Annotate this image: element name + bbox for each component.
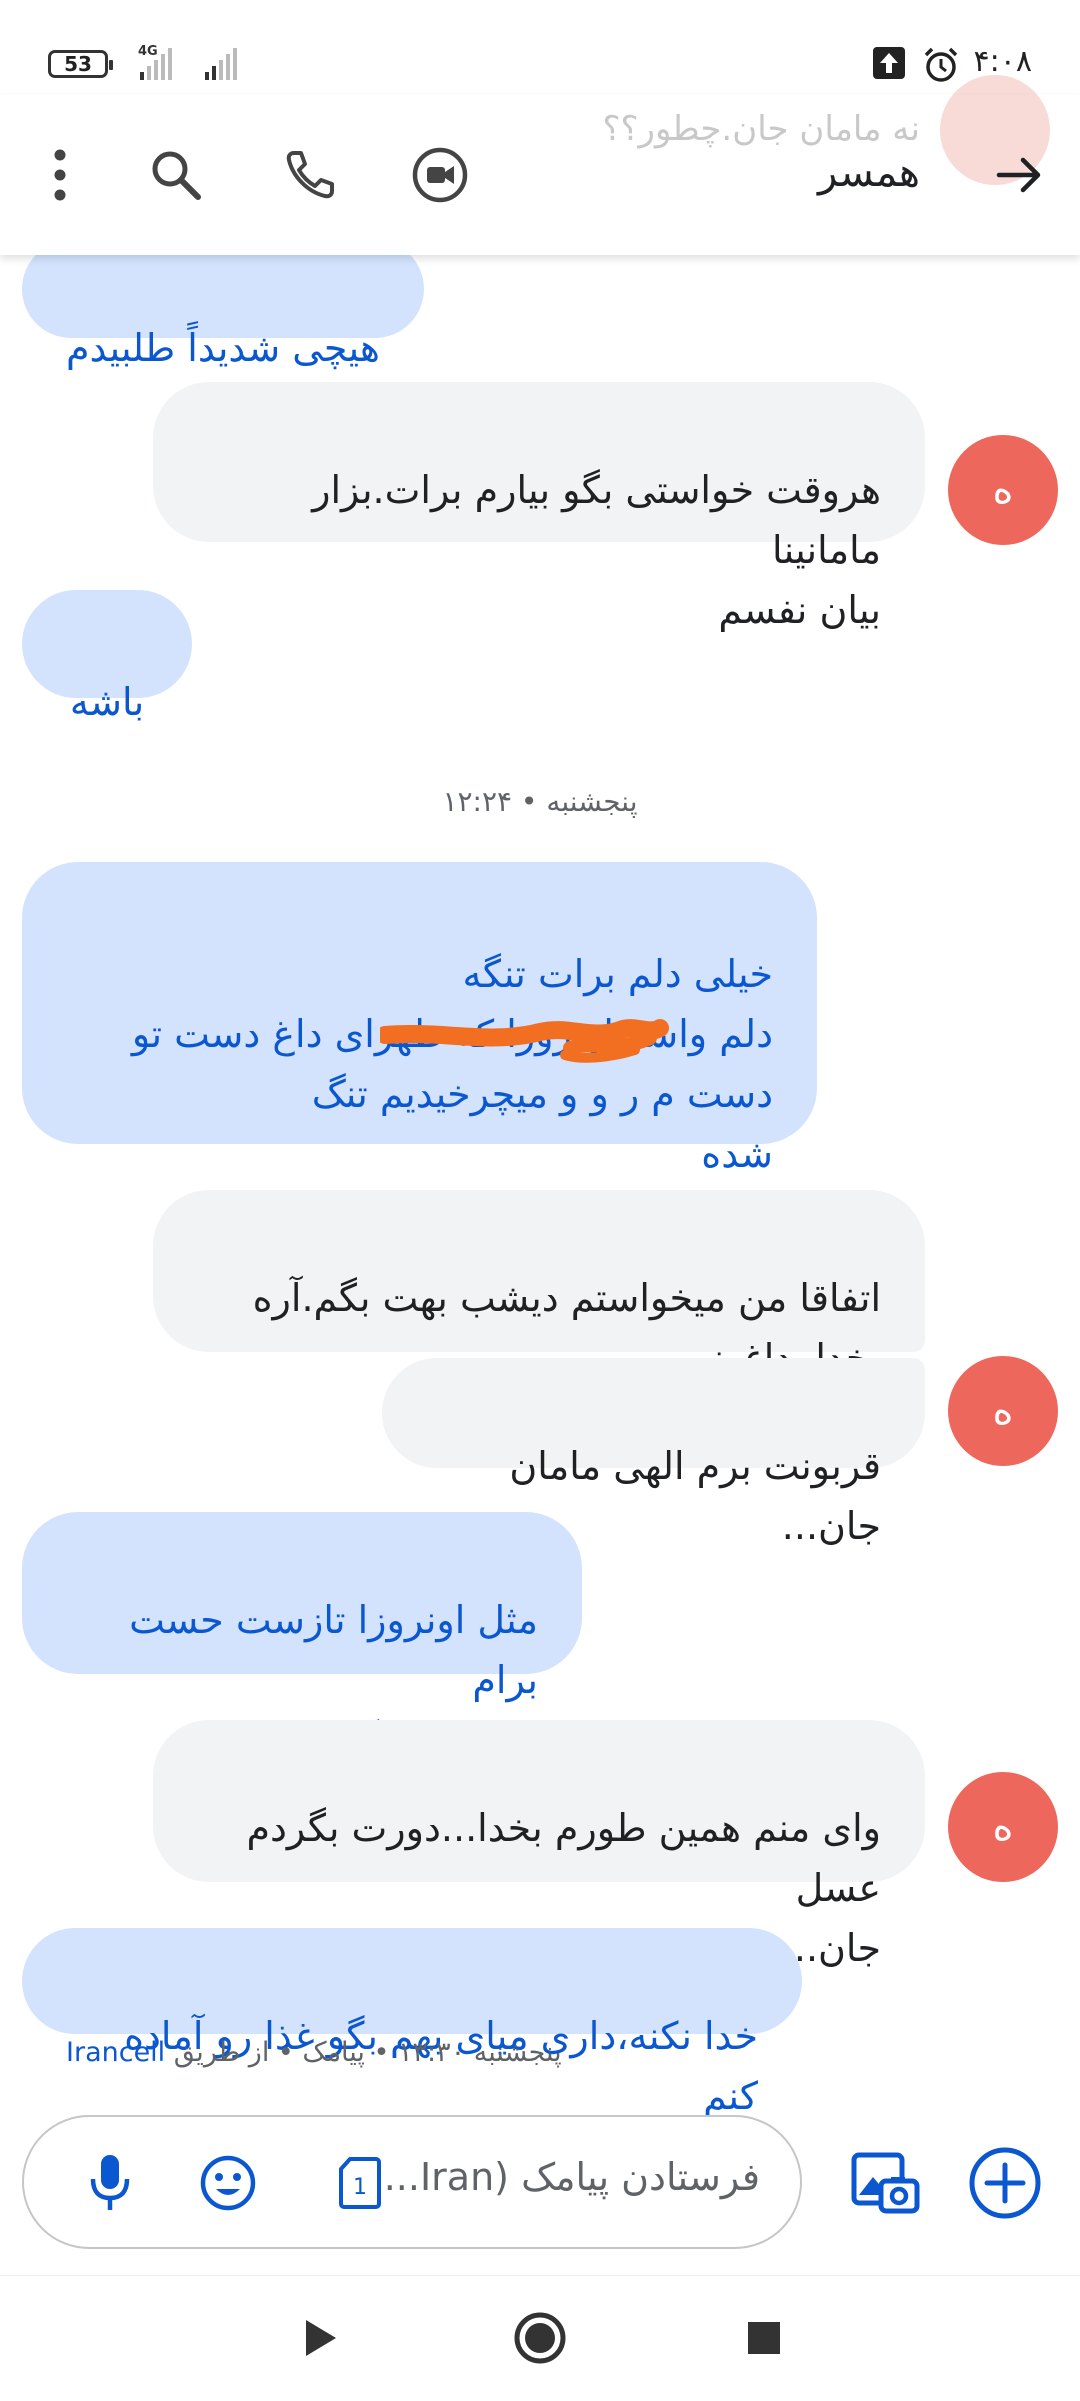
message-meta-text: پنجشنبه ۱۳:۳۰ • پیامک • از طریق (173, 2037, 562, 2068)
message-outgoing[interactable]: خدا نکنه،داری میای بهم بگو غذا رو آماده … (22, 1928, 802, 2118)
video-call-icon (412, 147, 468, 203)
recents-nav-button[interactable] (734, 2308, 794, 2368)
clock: ۴:۰۸ (973, 44, 1032, 79)
more-vert-icon (54, 149, 66, 201)
message-incoming[interactable]: وای منم همین طورم بخدا...دورت بگردم عسل … (153, 1720, 925, 1970)
message-outgoing[interactable]: باشه (22, 590, 192, 724)
message-outgoing[interactable]: مثل اونروزا تازست حست برام چقدر دلم گرفت… (22, 1512, 582, 1762)
compose-placeholder: فرستادن پیامک (Iran... (383, 2155, 760, 2199)
message-incoming[interactable]: اتفاقا من میخواستم دیشب بهت بگم.آره بخدا… (153, 1190, 925, 1380)
add-circle-icon (969, 2147, 1041, 2219)
status-bar: 53 4G ۴:۰۸ (0, 0, 1080, 100)
app-bar: نه مامان جان.چطور؟؟ همسر (0, 75, 1080, 255)
upload-icon (872, 46, 906, 84)
add-attachment-button[interactable] (960, 2138, 1050, 2228)
avatar-letter: ه (992, 467, 1014, 513)
search-button[interactable] (136, 135, 216, 215)
ghost-message-text: نه مامان جان.چطور؟؟ (602, 109, 920, 149)
contact-avatar[interactable]: ه (948, 435, 1058, 545)
message-text: هروقت خواستی بگو بیارم برات.بزار مامانین… (312, 468, 881, 632)
back-button[interactable] (980, 135, 1060, 215)
carrier-name: Irancell (66, 2037, 166, 2068)
back-nav-button[interactable] (290, 2308, 350, 2368)
emoji-button[interactable] (192, 2147, 264, 2219)
message-incoming[interactable]: قربونت برم الهی مامان جان... (382, 1358, 925, 1548)
call-button[interactable] (270, 135, 350, 215)
compose-field[interactable]: فرستادن پیامک (Iran... 1 (22, 2115, 802, 2249)
search-icon (152, 151, 201, 200)
avatar-letter: ه (992, 1388, 1014, 1434)
sim-card-icon: 1 (339, 2157, 381, 2209)
contact-avatar[interactable]: ه (948, 1356, 1058, 1466)
phone-icon (286, 151, 334, 199)
sim-number: 1 (353, 2175, 367, 2200)
contact-name[interactable]: همسر (818, 150, 920, 196)
square-recents-icon (748, 2322, 780, 2354)
gallery-icon (851, 2152, 920, 2214)
battery-level: 53 (64, 52, 92, 76)
arrow-forward-icon (996, 157, 1041, 193)
message-incoming[interactable]: هروقت خواستی بگو بیارم برات.بزار مامانین… (153, 382, 925, 632)
voice-message-button[interactable] (74, 2147, 146, 2219)
navigation-bar (0, 2275, 1080, 2401)
mic-icon (90, 2155, 130, 2210)
avatar-letter: ه (992, 1804, 1014, 1850)
date-separator: پنجشنبه • ۱۲:۲۴ (442, 785, 638, 818)
battery-icon: 53 (48, 50, 113, 78)
play-back-icon (306, 2320, 336, 2356)
home-circle-icon (514, 2312, 566, 2364)
signal-strength-sim2-icon (205, 48, 237, 80)
message-text: هیچی شدیداً طلبیدم (66, 326, 380, 370)
redaction-scribble (380, 1019, 669, 1063)
video-call-button[interactable] (400, 135, 480, 215)
attach-media-button[interactable] (840, 2138, 930, 2228)
conversation[interactable]: هیچی شدیداً طلبیدم هروقت خواستی بگو بیار… (0, 0, 1080, 2118)
sim-selector-button[interactable]: 1 (324, 2147, 396, 2219)
message-text: باشه (69, 680, 145, 724)
emoji-icon (200, 2155, 256, 2211)
contact-avatar[interactable]: ه (948, 1772, 1058, 1882)
more-options-button[interactable] (20, 135, 100, 215)
message-meta: پنجشنبه ۱۳:۳۰ • پیامک • از طریق Irancell (66, 2037, 562, 2068)
alarm-icon (922, 46, 960, 88)
message-outgoing[interactable]: خیلی دلم برات تنگه دلم واسه اونروزا که ظ… (22, 862, 817, 1176)
signal-strength-icon (140, 48, 172, 80)
home-nav-button[interactable] (510, 2308, 570, 2368)
